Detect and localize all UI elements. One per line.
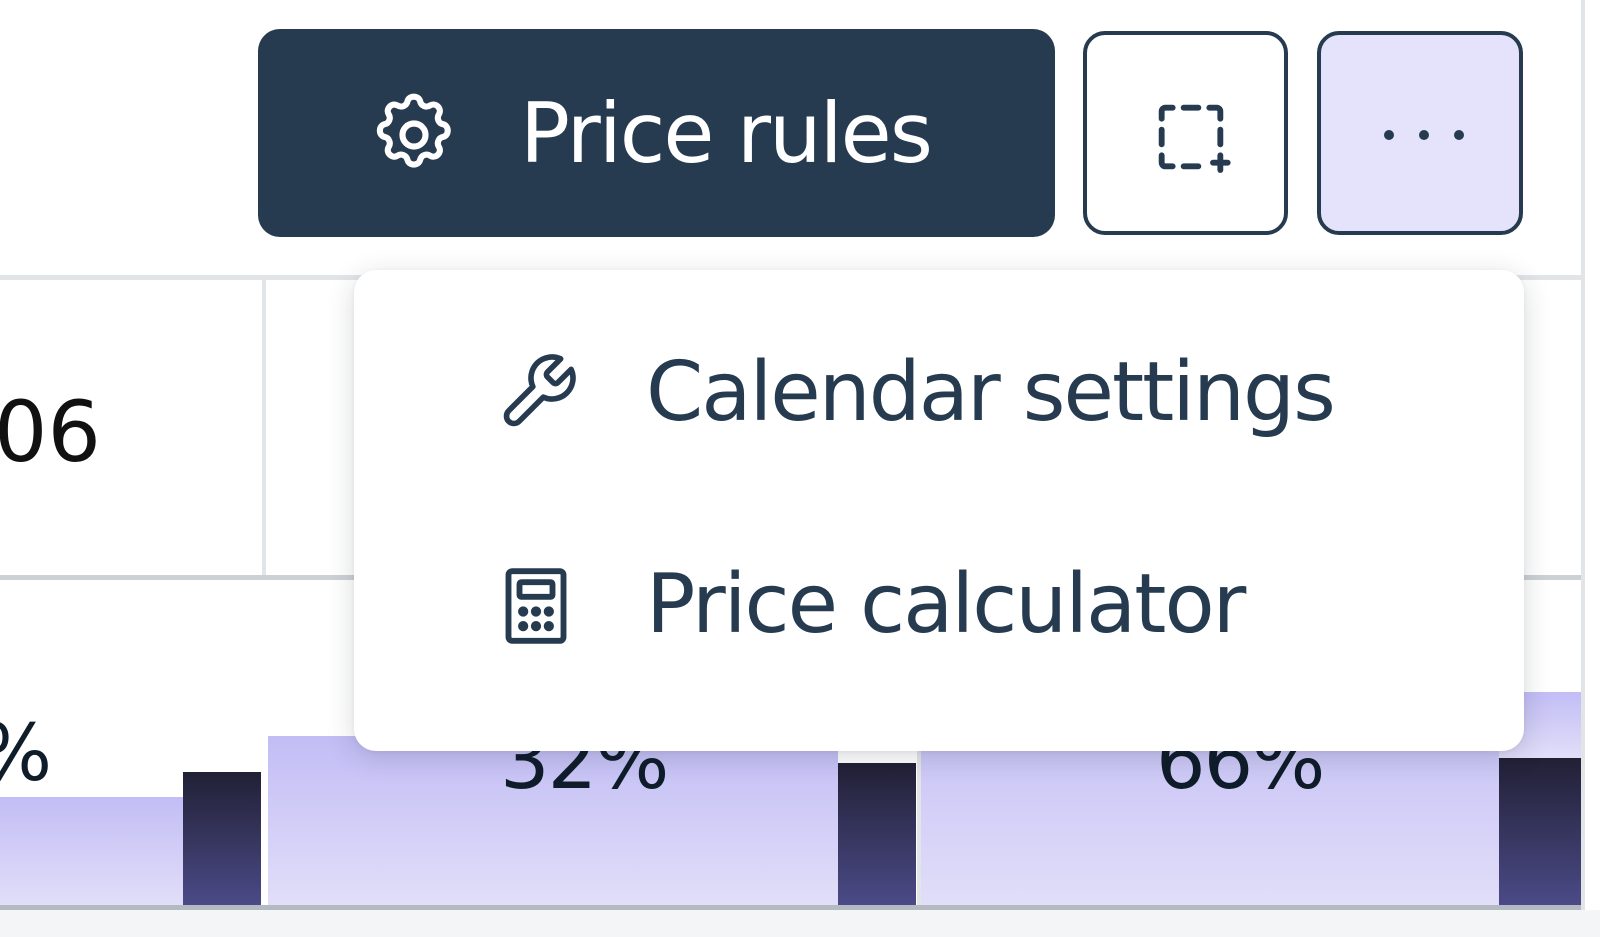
more-horizontal-icon: [1384, 130, 1464, 140]
price-rules-button[interactable]: Price rules: [258, 29, 1055, 237]
more-options-button[interactable]: [1317, 31, 1523, 235]
occupancy-bar: [838, 763, 916, 905]
menu-item-calendar-settings[interactable]: Calendar settings: [354, 292, 1524, 492]
gear-icon: [376, 93, 451, 168]
occupancy-bar: [183, 772, 261, 905]
pricing-calendar-view: 06 % 32% 66% Price rules: [0, 0, 1600, 937]
occupancy-fill: [0, 797, 183, 905]
price-rules-label: Price rules: [520, 84, 933, 182]
menu-item-label: Price calculator: [646, 556, 1246, 652]
occupancy-percent: %: [0, 715, 52, 793]
grid-line: [262, 280, 266, 575]
wrench-icon: [503, 354, 576, 427]
more-options-menu: Calendar settings Price calculator: [354, 270, 1524, 751]
cell-value: 06: [0, 383, 101, 481]
menu-item-price-calculator[interactable]: Price calculator: [354, 504, 1524, 704]
grid-footer: [0, 910, 1600, 937]
selection-add-icon: [1158, 104, 1231, 173]
selection-add-button[interactable]: [1083, 31, 1288, 235]
calculator-icon: [505, 568, 567, 644]
occupancy-bar: [1499, 758, 1581, 905]
menu-item-label: Calendar settings: [646, 344, 1336, 440]
grid-edge: [1581, 0, 1585, 910]
